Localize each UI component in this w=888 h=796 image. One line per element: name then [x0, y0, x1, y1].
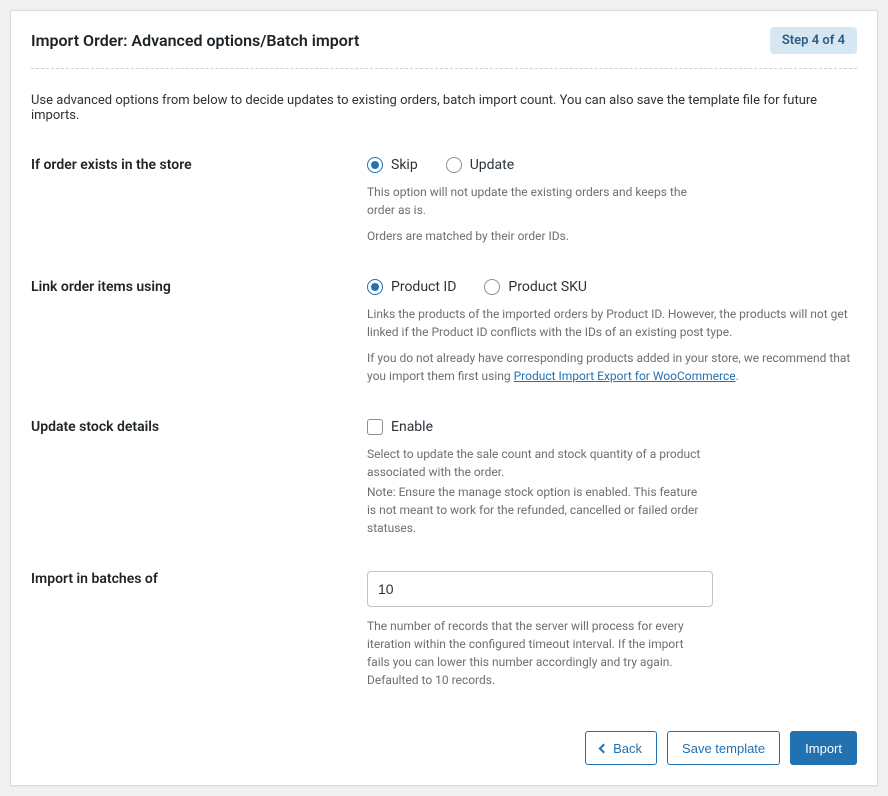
- radio-label: Product ID: [391, 279, 456, 295]
- radio-label: Skip: [391, 157, 418, 173]
- batch-size-input[interactable]: [367, 571, 713, 607]
- footer-actions: Back Save template Import: [31, 731, 857, 765]
- card-header: Import Order: Advanced options/Batch imp…: [31, 27, 857, 69]
- help-text-span: .: [736, 369, 739, 383]
- field-link-order-items: Link order items using Product ID Produc…: [31, 279, 857, 385]
- button-label: Import: [805, 741, 842, 756]
- radio-label: Product SKU: [508, 279, 587, 295]
- product-import-export-link[interactable]: Product Import Export for WooCommerce: [514, 369, 736, 383]
- field-control: Enable Select to update the sale count a…: [367, 419, 857, 537]
- radio-group-link-items: Product ID Product SKU: [367, 279, 857, 295]
- help-text: The number of records that the server wi…: [367, 617, 707, 689]
- help-line: If you do not already have corresponding…: [367, 349, 857, 385]
- radio-icon: [446, 157, 462, 173]
- checkbox-row: Enable: [367, 419, 857, 435]
- field-label: Import in batches of: [31, 571, 367, 587]
- help-line: Orders are matched by their order IDs.: [367, 227, 707, 245]
- page-title: Import Order: Advanced options/Batch imp…: [31, 31, 359, 50]
- intro-text: Use advanced options from below to decid…: [31, 93, 857, 123]
- radio-product-sku[interactable]: Product SKU: [484, 279, 587, 295]
- import-button[interactable]: Import: [790, 731, 857, 765]
- field-control: Product ID Product SKU Links the product…: [367, 279, 857, 385]
- help-line: This option will not update the existing…: [367, 183, 707, 219]
- radio-group-if-exists: Skip Update: [367, 157, 857, 173]
- radio-icon: [367, 279, 383, 295]
- button-label: Back: [613, 741, 642, 756]
- field-control: Skip Update This option will not update …: [367, 157, 857, 245]
- checkbox-label: Enable: [391, 419, 433, 435]
- help-line: Note: Ensure the manage stock option is …: [367, 483, 707, 537]
- help-line: Select to update the sale count and stoc…: [367, 445, 707, 481]
- help-text: Select to update the sale count and stoc…: [367, 445, 707, 537]
- button-label: Save template: [682, 741, 765, 756]
- save-template-button[interactable]: Save template: [667, 731, 780, 765]
- field-label: Update stock details: [31, 419, 367, 435]
- radio-update[interactable]: Update: [446, 157, 514, 173]
- import-advanced-card: Import Order: Advanced options/Batch imp…: [10, 10, 878, 786]
- field-if-order-exists: If order exists in the store Skip Update…: [31, 157, 857, 245]
- chevron-left-icon: [599, 743, 609, 753]
- back-button[interactable]: Back: [585, 731, 657, 765]
- help-text: This option will not update the existing…: [367, 183, 707, 245]
- checkbox-icon: [367, 419, 383, 435]
- step-badge: Step 4 of 4: [770, 27, 857, 54]
- radio-icon: [367, 157, 383, 173]
- radio-icon: [484, 279, 500, 295]
- field-update-stock: Update stock details Enable Select to up…: [31, 419, 857, 537]
- radio-label: Update: [470, 157, 514, 173]
- field-batch-size: Import in batches of The number of recor…: [31, 571, 857, 689]
- field-control: The number of records that the server wi…: [367, 571, 857, 689]
- checkbox-enable-stock[interactable]: Enable: [367, 419, 433, 435]
- radio-skip[interactable]: Skip: [367, 157, 418, 173]
- field-label: Link order items using: [31, 279, 367, 295]
- help-line: Links the products of the imported order…: [367, 305, 857, 341]
- field-label: If order exists in the store: [31, 157, 367, 173]
- help-text: Links the products of the imported order…: [367, 305, 857, 385]
- radio-product-id[interactable]: Product ID: [367, 279, 456, 295]
